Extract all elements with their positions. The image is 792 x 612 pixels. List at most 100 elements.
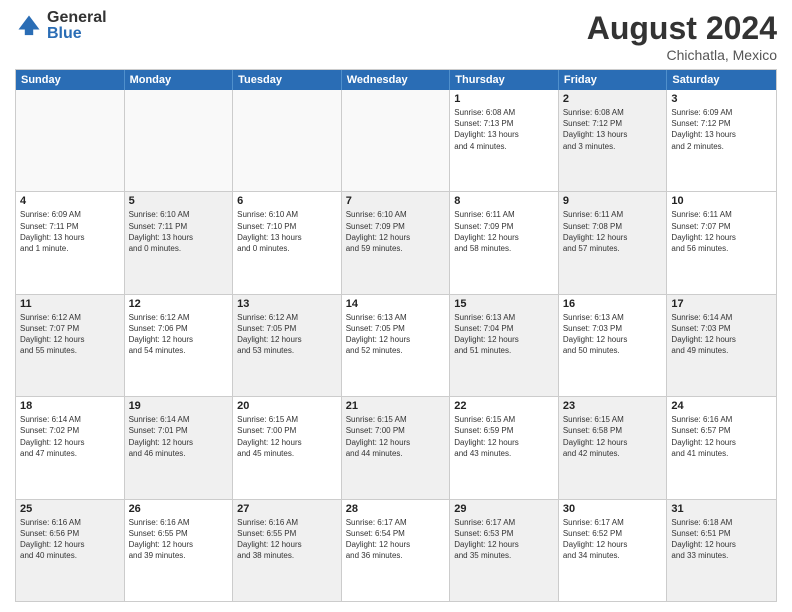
day-info: Sunrise: 6:13 AM Sunset: 7:03 PM Dayligh… [563, 312, 663, 357]
calendar-day-21: 21 Sunrise: 6:15 AM Sunset: 7:00 PM Dayli… [342, 397, 451, 498]
calendar-day-16: 16 Sunrise: 6:13 AM Sunset: 7:03 PM Dayli… [559, 295, 668, 396]
day-info: Sunrise: 6:14 AM Sunset: 7:02 PM Dayligh… [20, 414, 120, 459]
day-number: 4 [20, 195, 120, 207]
day-info: Sunrise: 6:16 AM Sunset: 6:55 PM Dayligh… [237, 517, 337, 562]
day-info: Sunrise: 6:14 AM Sunset: 7:01 PM Dayligh… [129, 414, 229, 459]
calendar-day-29: 29Sunrise: 6:17 AM Sunset: 6:53 PM Dayli… [450, 500, 559, 601]
day-info: Sunrise: 6:16 AM Sunset: 6:57 PM Dayligh… [671, 414, 772, 459]
calendar-header: SundayMondayTuesdayWednesdayThursdayFrid… [16, 70, 776, 90]
logo-general-text: General [47, 10, 107, 26]
calendar-day-7: 7Sunrise: 6:10 AM Sunset: 7:09 PM Daylig… [342, 192, 451, 293]
day-number: 12 [129, 298, 229, 310]
day-info: Sunrise: 6:12 AM Sunset: 7:07 PM Dayligh… [20, 312, 120, 357]
calendar-day-12: 12 Sunrise: 6:12 AM Sunset: 7:06 PM Dayli… [125, 295, 234, 396]
day-number: 11 [20, 298, 120, 310]
day-info: Sunrise: 6:15 AM Sunset: 7:00 PM Dayligh… [237, 414, 337, 459]
calendar-week-3: 11 Sunrise: 6:12 AM Sunset: 7:07 PM Dayli… [16, 294, 776, 396]
calendar-day-22: 22Sunrise: 6:15 AM Sunset: 6:59 PM Dayli… [450, 397, 559, 498]
header-day-tuesday: Tuesday [233, 70, 342, 90]
day-info: Sunrise: 6:16 AM Sunset: 6:56 PM Dayligh… [20, 517, 120, 562]
calendar-day-9: 9 Sunrise: 6:11 AM Sunset: 7:08 PM Daylig… [559, 192, 668, 293]
calendar-day-31: 31Sunrise: 6:18 AM Sunset: 6:51 PM Dayli… [667, 500, 776, 601]
calendar-day-4: 4 Sunrise: 6:09 AM Sunset: 7:11 PM Daylig… [16, 192, 125, 293]
day-number: 1 [454, 93, 554, 105]
day-info: Sunrise: 6:15 AM Sunset: 7:00 PM Dayligh… [346, 414, 446, 459]
day-info: Sunrise: 6:10 AM Sunset: 7:11 PM Dayligh… [129, 209, 229, 254]
calendar-week-2: 4 Sunrise: 6:09 AM Sunset: 7:11 PM Daylig… [16, 191, 776, 293]
calendar-week-4: 18 Sunrise: 6:14 AM Sunset: 7:02 PM Dayli… [16, 396, 776, 498]
calendar-empty-cell [233, 90, 342, 191]
day-number: 28 [346, 503, 446, 515]
day-number: 27 [237, 503, 337, 515]
calendar-day-6: 6Sunrise: 6:10 AM Sunset: 7:10 PM Daylig… [233, 192, 342, 293]
day-number: 6 [237, 195, 337, 207]
calendar-day-26: 26 Sunrise: 6:16 AM Sunset: 6:55 PM Dayli… [125, 500, 234, 601]
calendar-day-1: 1 Sunrise: 6:08 AM Sunset: 7:13 PM Daylig… [450, 90, 559, 191]
header-day-monday: Monday [125, 70, 234, 90]
calendar-day-20: 20 Sunrise: 6:15 AM Sunset: 7:00 PM Dayli… [233, 397, 342, 498]
header-day-saturday: Saturday [667, 70, 776, 90]
header-day-friday: Friday [559, 70, 668, 90]
day-number: 18 [20, 400, 120, 412]
calendar-day-15: 15Sunrise: 6:13 AM Sunset: 7:04 PM Dayli… [450, 295, 559, 396]
day-info: Sunrise: 6:17 AM Sunset: 6:53 PM Dayligh… [454, 517, 554, 562]
title-area: August 2024 Chichatla, Mexico [587, 10, 777, 63]
day-number: 3 [671, 93, 772, 105]
header-day-sunday: Sunday [16, 70, 125, 90]
day-number: 17 [671, 298, 772, 310]
day-number: 8 [454, 195, 554, 207]
calendar-day-23: 23Sunrise: 6:15 AM Sunset: 6:58 PM Dayli… [559, 397, 668, 498]
calendar-empty-cell [16, 90, 125, 191]
day-info: Sunrise: 6:11 AM Sunset: 7:08 PM Dayligh… [563, 209, 663, 254]
day-number: 13 [237, 298, 337, 310]
day-number: 14 [346, 298, 446, 310]
day-number: 2 [563, 93, 663, 105]
day-number: 9 [563, 195, 663, 207]
calendar-day-25: 25Sunrise: 6:16 AM Sunset: 6:56 PM Dayli… [16, 500, 125, 601]
logo-icon [15, 12, 43, 40]
day-number: 10 [671, 195, 772, 207]
calendar-week-1: 1 Sunrise: 6:08 AM Sunset: 7:13 PM Daylig… [16, 90, 776, 191]
calendar-day-27: 27 Sunrise: 6:16 AM Sunset: 6:55 PM Dayli… [233, 500, 342, 601]
logo-blue-text: Blue [47, 26, 107, 42]
calendar-day-10: 10 Sunrise: 6:11 AM Sunset: 7:07 PM Dayli… [667, 192, 776, 293]
page: General Blue August 2024 Chichatla, Mexi… [0, 0, 792, 612]
calendar-day-3: 3Sunrise: 6:09 AM Sunset: 7:12 PM Daylig… [667, 90, 776, 191]
calendar: SundayMondayTuesdayWednesdayThursdayFrid… [15, 69, 777, 602]
day-number: 30 [563, 503, 663, 515]
calendar-day-14: 14 Sunrise: 6:13 AM Sunset: 7:05 PM Dayli… [342, 295, 451, 396]
day-info: Sunrise: 6:15 AM Sunset: 6:58 PM Dayligh… [563, 414, 663, 459]
day-number: 16 [563, 298, 663, 310]
calendar-day-11: 11 Sunrise: 6:12 AM Sunset: 7:07 PM Dayli… [16, 295, 125, 396]
day-info: Sunrise: 6:11 AM Sunset: 7:09 PM Dayligh… [454, 209, 554, 254]
calendar-day-2: 2 Sunrise: 6:08 AM Sunset: 7:12 PM Daylig… [559, 90, 668, 191]
day-number: 22 [454, 400, 554, 412]
calendar-body: 1 Sunrise: 6:08 AM Sunset: 7:13 PM Daylig… [16, 90, 776, 601]
day-number: 26 [129, 503, 229, 515]
calendar-day-5: 5Sunrise: 6:10 AM Sunset: 7:11 PM Daylig… [125, 192, 234, 293]
calendar-empty-cell [342, 90, 451, 191]
calendar-day-17: 17Sunrise: 6:14 AM Sunset: 7:03 PM Dayli… [667, 295, 776, 396]
day-info: Sunrise: 6:16 AM Sunset: 6:55 PM Dayligh… [129, 517, 229, 562]
day-number: 31 [671, 503, 772, 515]
day-info: Sunrise: 6:17 AM Sunset: 6:52 PM Dayligh… [563, 517, 663, 562]
day-number: 20 [237, 400, 337, 412]
day-info: Sunrise: 6:10 AM Sunset: 7:09 PM Dayligh… [346, 209, 446, 254]
calendar-day-18: 18 Sunrise: 6:14 AM Sunset: 7:02 PM Dayli… [16, 397, 125, 498]
day-info: Sunrise: 6:13 AM Sunset: 7:05 PM Dayligh… [346, 312, 446, 357]
day-number: 19 [129, 400, 229, 412]
day-info: Sunrise: 6:17 AM Sunset: 6:54 PM Dayligh… [346, 517, 446, 562]
day-info: Sunrise: 6:09 AM Sunset: 7:11 PM Dayligh… [20, 209, 120, 254]
header-day-wednesday: Wednesday [342, 70, 451, 90]
day-info: Sunrise: 6:08 AM Sunset: 7:12 PM Dayligh… [563, 107, 663, 152]
day-info: Sunrise: 6:11 AM Sunset: 7:07 PM Dayligh… [671, 209, 772, 254]
day-number: 21 [346, 400, 446, 412]
logo-text: General Blue [47, 10, 107, 42]
calendar-day-8: 8 Sunrise: 6:11 AM Sunset: 7:09 PM Daylig… [450, 192, 559, 293]
calendar-empty-cell [125, 90, 234, 191]
calendar-day-30: 30 Sunrise: 6:17 AM Sunset: 6:52 PM Dayli… [559, 500, 668, 601]
header: General Blue August 2024 Chichatla, Mexi… [15, 10, 777, 63]
day-info: Sunrise: 6:13 AM Sunset: 7:04 PM Dayligh… [454, 312, 554, 357]
day-info: Sunrise: 6:12 AM Sunset: 7:06 PM Dayligh… [129, 312, 229, 357]
day-info: Sunrise: 6:08 AM Sunset: 7:13 PM Dayligh… [454, 107, 554, 152]
